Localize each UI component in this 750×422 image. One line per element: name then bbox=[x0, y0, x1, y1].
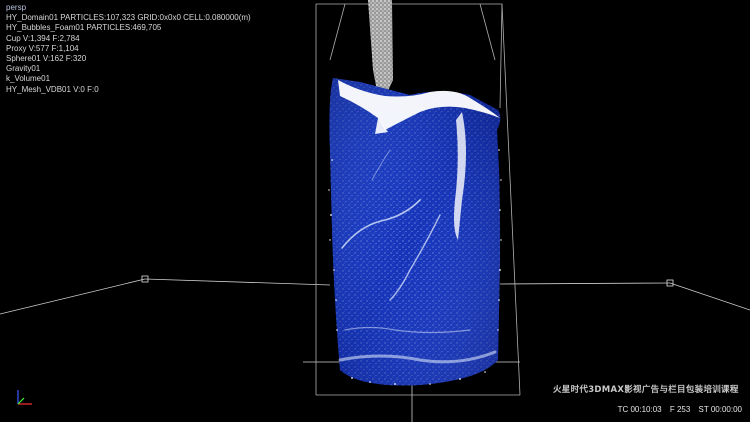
stat-line: Gravity01 bbox=[6, 64, 41, 74]
timecode-tc: TC 00:10:03 bbox=[617, 405, 662, 414]
stat-line: HY_Mesh_VDB01 V:0 F:0 bbox=[6, 84, 99, 94]
timecode-st: ST 00:00:00 bbox=[698, 405, 742, 414]
stat-line: k_Volume01 bbox=[6, 74, 51, 84]
viewport-label[interactable]: persp bbox=[6, 3, 251, 13]
stat-line: HY_Domain01 PARTICLES:107,323 GRID:0x0x0… bbox=[6, 13, 251, 23]
pouring-stream[interactable] bbox=[368, 0, 393, 96]
fluid-volume[interactable] bbox=[329, 78, 501, 386]
course-watermark: 火星时代3DMAX影视广告与栏目包装培训课程 bbox=[553, 385, 739, 395]
stat-line: HY_Bubbles_Foam01 PARTICLES:469,705 bbox=[6, 23, 162, 33]
stat-line: Proxy V:577 F:1,104 bbox=[6, 43, 79, 53]
timecode-readout: TC 00:10:03 F 253 ST 00:00:00 bbox=[612, 405, 742, 414]
timecode-frame: F 253 bbox=[669, 405, 691, 414]
stat-line: Cup V:1,394 F:2,784 bbox=[6, 33, 80, 43]
viewport-stats-overlay: persp HY_Domain01 PARTICLES:107,323 GRID… bbox=[6, 3, 251, 95]
stat-line: Sphere01 V:162 F:320 bbox=[6, 54, 87, 64]
axis-tripod-icon bbox=[17, 390, 32, 405]
